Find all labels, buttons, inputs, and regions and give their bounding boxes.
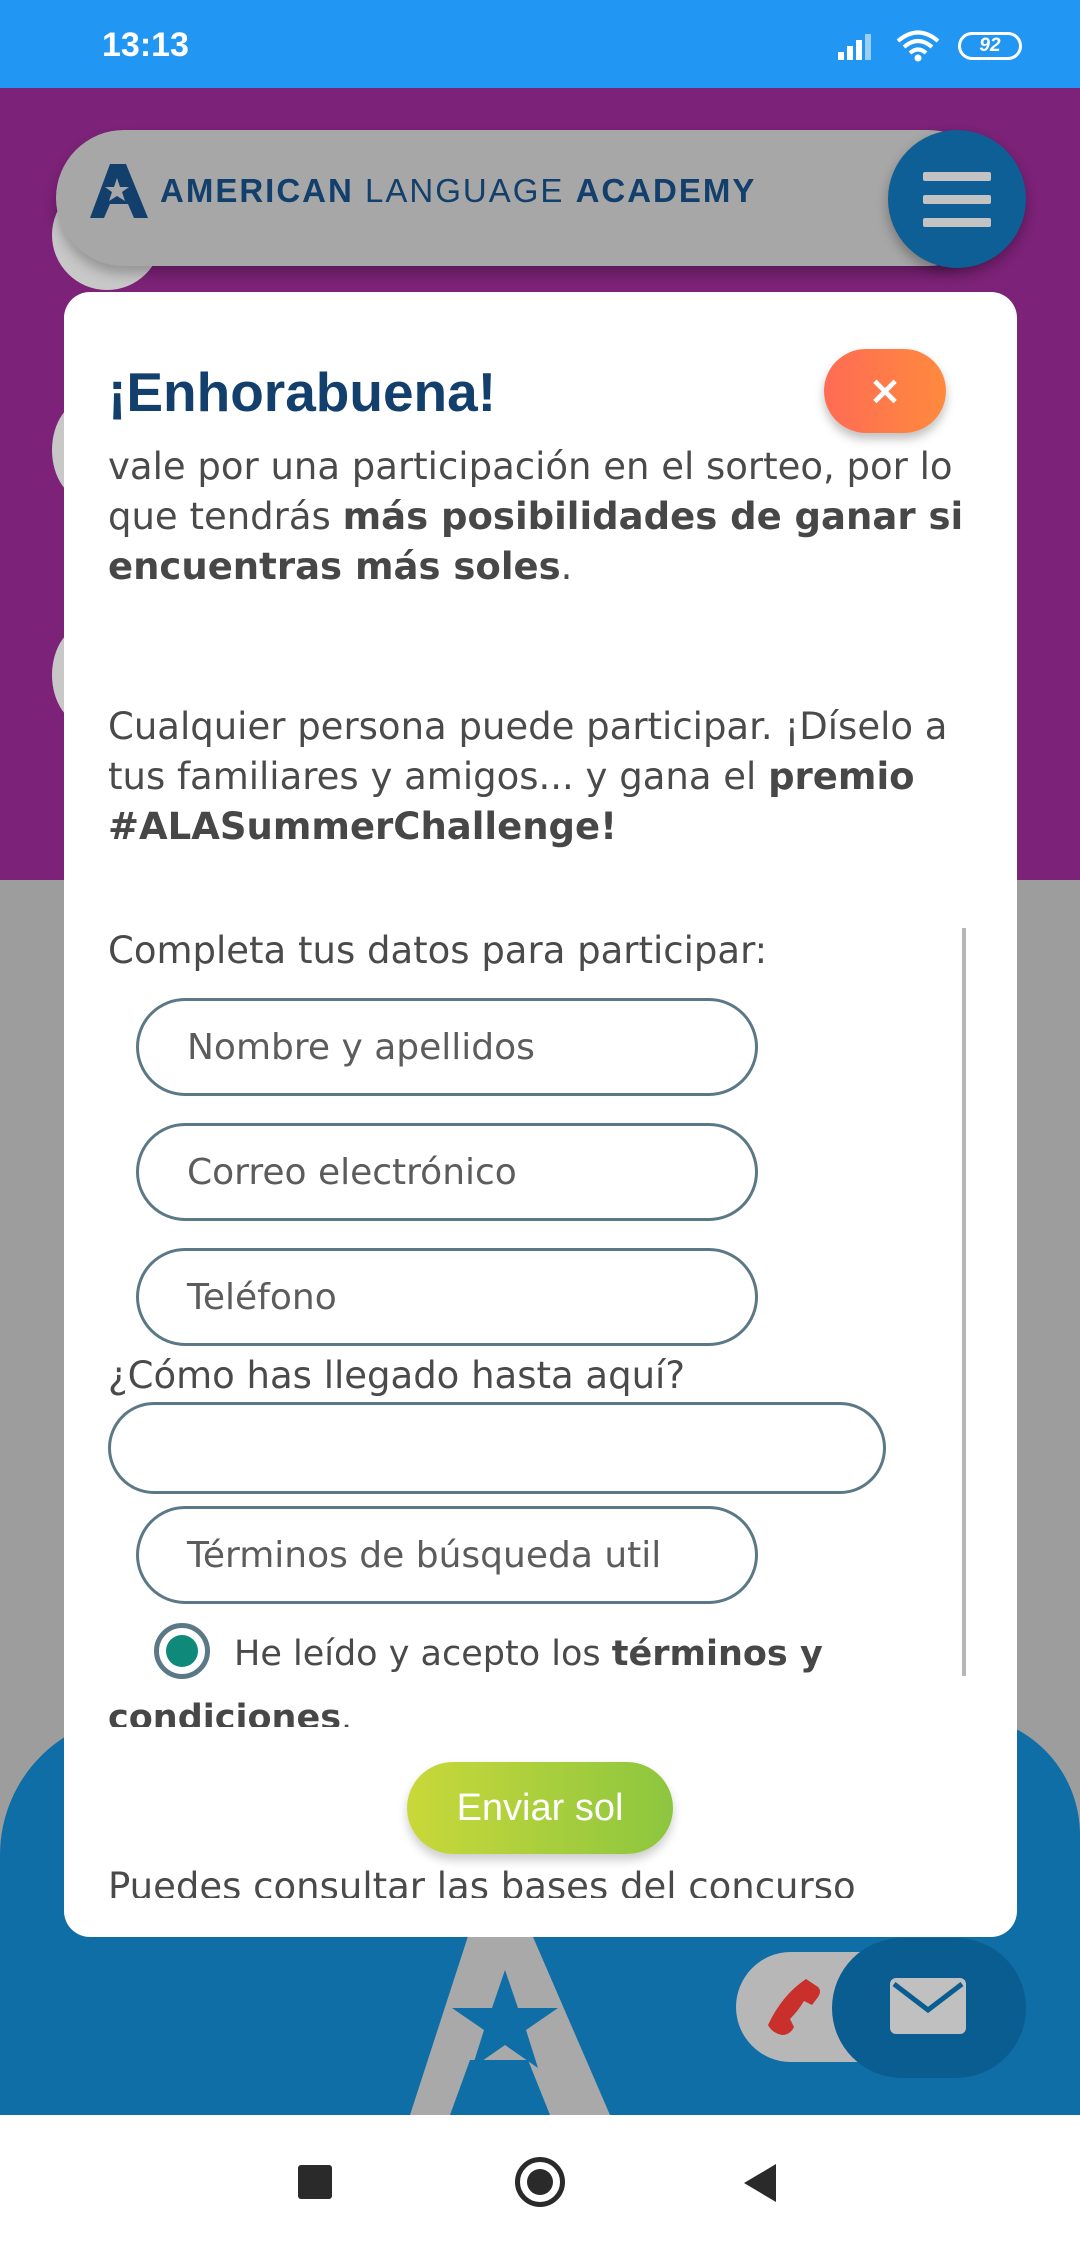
close-button[interactable]: × — [824, 349, 946, 433]
form-intro-label: Completa tus datos para participar: — [108, 929, 768, 972]
logo-text: AMERICAN LANGUAGE ACADEMY — [160, 172, 757, 209]
academy-logo[interactable]: AMERICAN LANGUAGE ACADEMY — [90, 162, 756, 220]
share-paragraph: Cualquier persona puede participar. ¡Dís… — [108, 705, 948, 848]
terms-radio[interactable] — [154, 1623, 210, 1679]
search-terms-input[interactable]: Términos de búsqueda util — [136, 1506, 758, 1604]
modal-title: ¡Enhorabuena! — [108, 361, 497, 423]
mail-icon — [890, 1978, 966, 2034]
wifi-icon — [896, 30, 940, 62]
prize-paragraph: vale por una participación en el sorteo,… — [108, 445, 964, 588]
close-icon: × — [868, 368, 902, 414]
menu-button[interactable] — [888, 130, 1026, 268]
name-input[interactable]: Nombre y apellidos — [136, 998, 758, 1096]
back-icon[interactable] — [744, 2164, 776, 2202]
modal-body[interactable]: vale por una participación en el sorteo,… — [108, 442, 968, 1727]
home-icon[interactable] — [515, 2157, 565, 2207]
referral-select[interactable] — [108, 1402, 886, 1494]
menu-icon — [923, 171, 991, 181]
email-input[interactable]: Correo electrónico — [136, 1123, 758, 1221]
phone-icon — [768, 1979, 820, 2035]
logo-a-icon — [90, 164, 148, 218]
terms-consent: He leído y acepto los términos y condici… — [108, 1622, 968, 1727]
footer-logo-icon — [410, 1930, 610, 2115]
battery-icon: 92 — [958, 32, 1022, 60]
signal-icon — [838, 34, 871, 60]
scrollbar[interactable] — [962, 928, 966, 1676]
status-bar: 13:13 92 — [0, 0, 1080, 88]
congrats-modal: ¡Enhorabuena! × vale por una participaci… — [64, 292, 1017, 1937]
recents-icon[interactable] — [298, 2165, 332, 2199]
status-icons: 92 — [838, 28, 1022, 64]
referral-label: ¿Cómo has llegado hasta aquí? — [108, 1354, 685, 1397]
send-button[interactable]: Enviar sol — [407, 1762, 673, 1854]
phone-input[interactable]: Teléfono — [136, 1248, 758, 1346]
status-time: 13:13 — [102, 26, 189, 64]
contest-rules-text: Puedes consultar las bases del concurso — [108, 1865, 856, 1898]
